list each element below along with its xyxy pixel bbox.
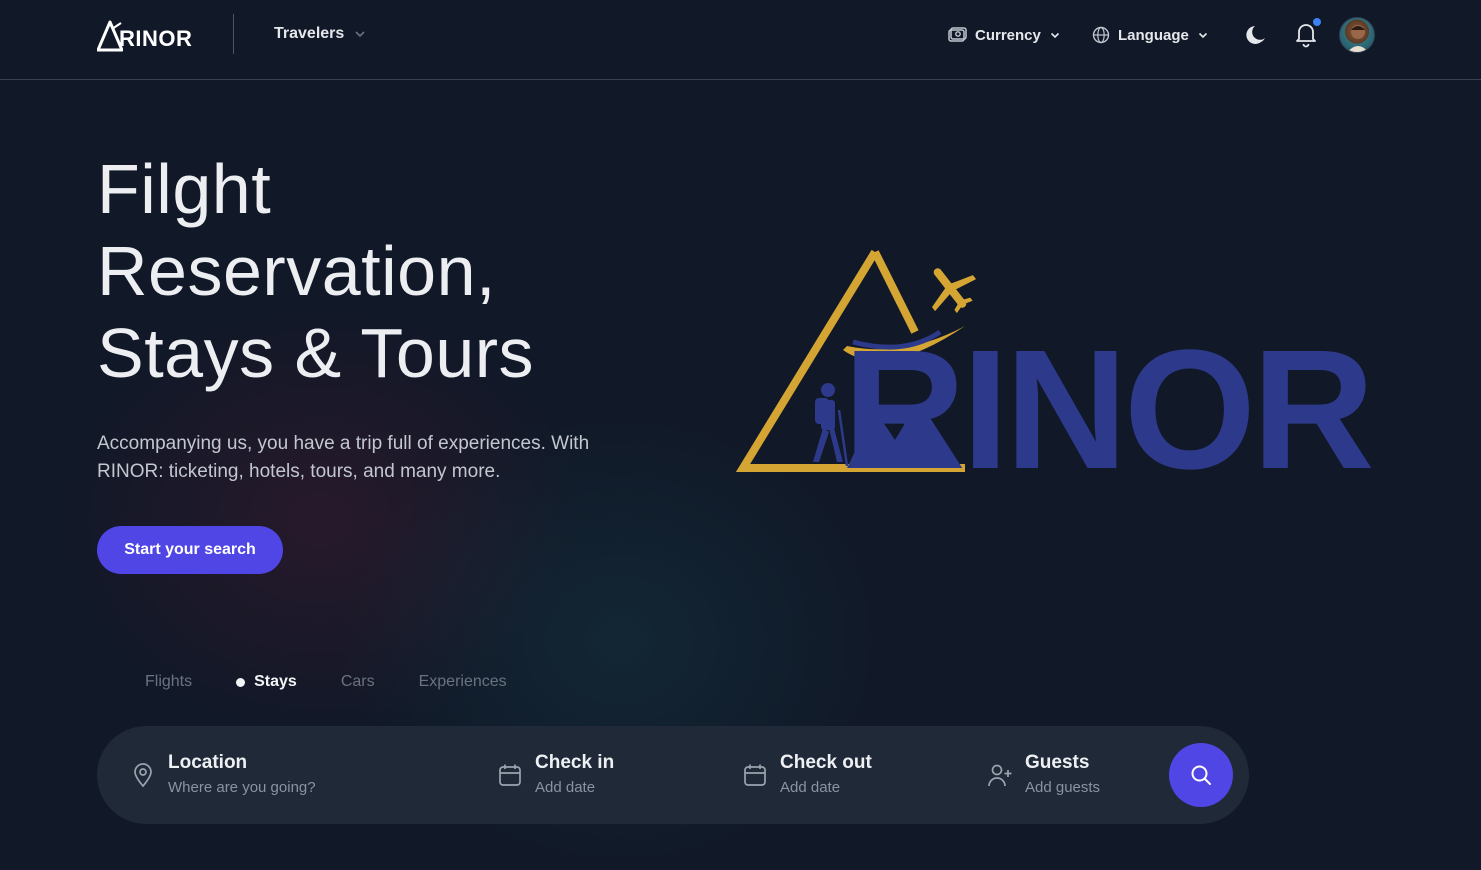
calendar-icon xyxy=(744,764,766,786)
guests-text: Guests Add guests xyxy=(1025,751,1100,799)
hero-subtitle: Accompanying us, you have a trip full of… xyxy=(97,433,590,482)
chevron-down-icon xyxy=(1198,32,1207,39)
location-field[interactable]: Location Where are you going? xyxy=(130,726,316,824)
tab-flights-label: Flights xyxy=(145,673,193,690)
tab-stays[interactable]: Stays xyxy=(236,670,297,694)
hero-title: Filght Reservation, Stays & Tours xyxy=(97,148,697,394)
check-out-placeholder: Add date xyxy=(780,779,841,796)
hero-title-line-2: Reservation, xyxy=(97,232,496,310)
travelers-label: Travelers xyxy=(274,25,345,42)
moon-icon xyxy=(1246,26,1265,44)
tab-experiences-label: Experiences xyxy=(418,673,507,690)
language-label: Language xyxy=(1118,26,1189,44)
check-out-label: Check out xyxy=(780,752,872,773)
notification-dot xyxy=(1313,18,1321,26)
check-in-placeholder: Add date xyxy=(535,779,596,796)
location-placeholder: Where are you going? xyxy=(168,779,316,796)
search-icon xyxy=(1191,765,1211,785)
guests-placeholder: Add guests xyxy=(1025,779,1101,796)
check-in-text: Check in Add date xyxy=(535,751,614,799)
hero-title-line-3: Stays & Tours xyxy=(97,314,535,392)
guests-field[interactable]: Guests Add guests xyxy=(987,726,1100,824)
chevron-down-icon xyxy=(355,31,365,38)
currency-dropdown[interactable]: Currency xyxy=(947,22,1061,48)
search-category-tabs: Flights Stays Cars Experiences xyxy=(145,670,551,694)
guests-label: Guests xyxy=(1025,752,1090,773)
tab-flights[interactable]: Flights xyxy=(145,670,192,694)
currency-icon xyxy=(948,27,967,42)
check-in-field[interactable]: Check in Add date xyxy=(497,726,614,824)
currency-label: Currency xyxy=(975,26,1041,44)
avatar-image xyxy=(1347,25,1369,52)
chevron-down-icon xyxy=(1050,32,1059,39)
tab-experiences[interactable]: Experiences xyxy=(419,670,507,694)
active-tab-dot xyxy=(236,677,246,687)
search-submit-button[interactable] xyxy=(1169,743,1233,807)
tab-cars[interactable]: Cars xyxy=(341,670,375,694)
brand-wordmark: RINOR xyxy=(843,315,1372,480)
header-divider xyxy=(233,14,234,54)
top-navbar: RINOR Travelers Currency Language xyxy=(0,0,1481,80)
rinor-brand-logo: RINOR xyxy=(735,249,1375,480)
check-out-text: Check out Add date xyxy=(780,751,872,799)
map-pin-icon xyxy=(134,763,152,788)
start-search-button[interactable]: Start your search xyxy=(97,526,283,574)
check-in-label: Check in xyxy=(535,752,615,773)
user-plus-icon xyxy=(988,764,1012,787)
calendar-icon xyxy=(499,764,521,786)
hero-title-line-1: Filght xyxy=(97,150,272,228)
tab-cars-label: Cars xyxy=(340,673,375,690)
globe-icon xyxy=(1092,26,1110,44)
location-label: Location xyxy=(168,752,248,773)
travelers-dropdown[interactable]: Travelers xyxy=(274,22,366,46)
logo-text: RINOR xyxy=(119,26,193,51)
language-dropdown[interactable]: Language xyxy=(1092,22,1209,48)
tab-stays-label: Stays xyxy=(254,673,297,690)
check-out-field[interactable]: Check out Add date xyxy=(742,726,872,824)
stay-search-bar: Location Where are you going? Check in A… xyxy=(97,726,1249,824)
site-logo[interactable]: RINOR xyxy=(97,18,197,54)
user-avatar[interactable] xyxy=(1339,17,1375,53)
dark-mode-toggle[interactable] xyxy=(1243,22,1269,48)
location-text: Location Where are you going? xyxy=(168,751,316,799)
